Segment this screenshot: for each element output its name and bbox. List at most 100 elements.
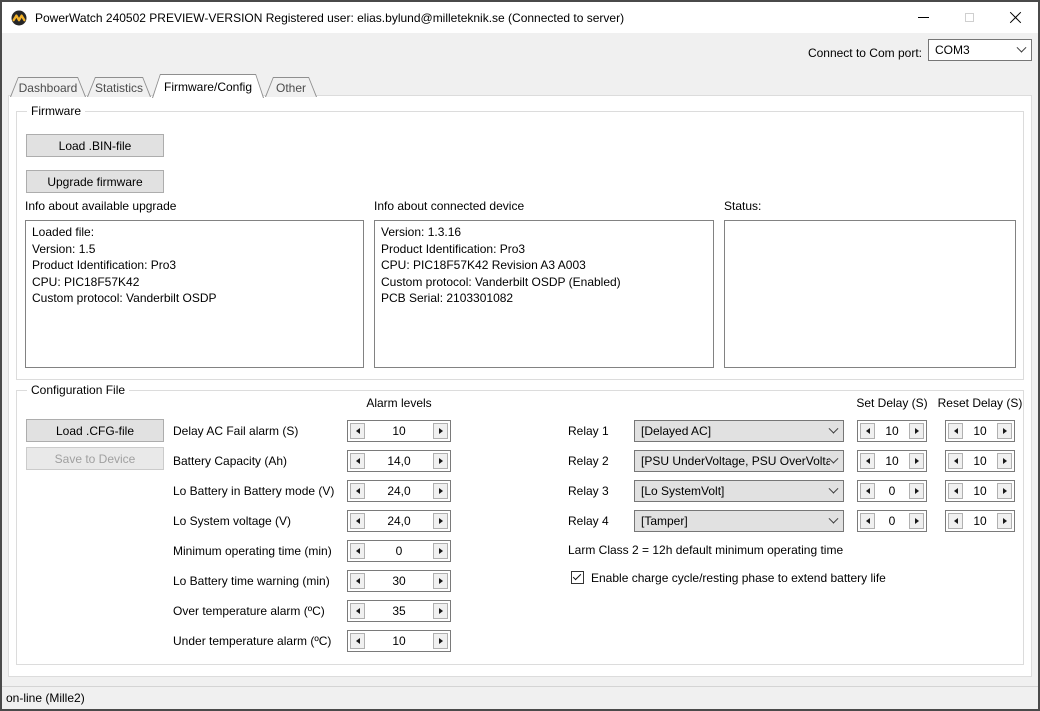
reset-delay-spinner[interactable]: 10 [945, 450, 1015, 472]
alarm-spinner[interactable]: 35 [347, 600, 451, 622]
left-arrow-icon [356, 488, 360, 494]
spinner-value[interactable]: 0 [365, 544, 433, 558]
spin-right-button[interactable] [433, 483, 448, 499]
spinner-value[interactable]: 10 [875, 454, 909, 468]
firmware-group-label: Firmware [27, 104, 85, 118]
tab-dashboard[interactable]: Dashboard [10, 77, 86, 97]
reset-delay-spinner[interactable]: 10 [945, 420, 1015, 442]
spin-left-button[interactable] [948, 483, 963, 499]
spinner-value[interactable]: 10 [365, 634, 433, 648]
relay4-function-select[interactable]: [Tamper] [634, 510, 844, 532]
alarm-spinner[interactable]: 10 [347, 630, 451, 652]
spin-right-button[interactable] [433, 453, 448, 469]
connected-device-info-box[interactable]: Version: 1.3.16 Product Identification: … [374, 220, 714, 368]
spin-left-button[interactable] [948, 423, 963, 439]
set-delay-spinner[interactable]: 0 [857, 510, 927, 532]
window-controls [900, 2, 1038, 33]
set-delay-spinner[interactable]: 10 [857, 420, 927, 442]
spin-right-button[interactable] [433, 543, 448, 559]
spin-left-button[interactable] [350, 543, 365, 559]
left-arrow-icon [866, 518, 870, 524]
spin-right-button[interactable] [433, 633, 448, 649]
spin-left-button[interactable] [860, 513, 875, 529]
spin-left-button[interactable] [350, 453, 365, 469]
spinner-value[interactable]: 0 [875, 514, 909, 528]
maximize-button[interactable] [946, 2, 992, 33]
firmware-group: Firmware Load .BIN-file Upgrade firmware… [16, 111, 1024, 380]
spin-left-button[interactable] [860, 423, 875, 439]
spin-right-button[interactable] [997, 423, 1012, 439]
spinner-value[interactable]: 10 [963, 424, 997, 438]
alarm-spinner[interactable]: 10 [347, 420, 451, 442]
relay1-function-select[interactable]: [Delayed AC] [634, 420, 844, 442]
close-button[interactable] [992, 2, 1038, 33]
alarm-spinner[interactable]: 24,0 [347, 480, 451, 502]
com-port-select[interactable]: COM3 [928, 39, 1032, 61]
status-box[interactable] [724, 220, 1016, 368]
left-arrow-icon [356, 578, 360, 584]
tab-other[interactable]: Other [265, 77, 317, 97]
right-arrow-icon [915, 518, 919, 524]
spin-right-button[interactable] [997, 483, 1012, 499]
spin-right-button[interactable] [433, 513, 448, 529]
spinner-value[interactable]: 24,0 [365, 484, 433, 498]
spinner-value[interactable]: 30 [365, 574, 433, 588]
spinner-value[interactable]: 10 [875, 424, 909, 438]
load-cfg-file-button[interactable]: Load .CFG-file [26, 419, 164, 442]
reset-delay-spinner[interactable]: 10 [945, 510, 1015, 532]
set-delay-spinner[interactable]: 0 [857, 480, 927, 502]
charge-cycle-checkbox-label: Enable charge cycle/resting phase to ext… [591, 571, 886, 585]
spin-right-button[interactable] [909, 423, 924, 439]
spin-left-button[interactable] [350, 483, 365, 499]
set-delay-spinner[interactable]: 10 [857, 450, 927, 472]
alarm-spinner[interactable]: 30 [347, 570, 451, 592]
spinner-value[interactable]: 14,0 [365, 454, 433, 468]
right-arrow-icon [1003, 428, 1007, 434]
spin-right-button[interactable] [909, 513, 924, 529]
spin-right-button[interactable] [909, 483, 924, 499]
configuration-file-group: Configuration File Load .CFG-file Save t… [16, 390, 1024, 665]
alarm-spinner[interactable]: 24,0 [347, 510, 451, 532]
spin-right-button[interactable] [433, 573, 448, 589]
relay3-function-select[interactable]: [Lo SystemVolt] [634, 480, 844, 502]
spinner-value[interactable]: 35 [365, 604, 433, 618]
reset-delay-spinner[interactable]: 10 [945, 480, 1015, 502]
left-arrow-icon [356, 458, 360, 464]
spin-left-button[interactable] [350, 513, 365, 529]
spin-left-button[interactable] [860, 453, 875, 469]
spin-right-button[interactable] [997, 453, 1012, 469]
spinner-value[interactable]: 0 [875, 484, 909, 498]
connected-device-label: Info about connected device [374, 199, 524, 213]
upgrade-firmware-button[interactable]: Upgrade firmware [26, 170, 164, 193]
spin-right-button[interactable] [433, 423, 448, 439]
spin-left-button[interactable] [860, 483, 875, 499]
spinner-value[interactable]: 10 [365, 424, 433, 438]
save-to-device-button[interactable]: Save to Device [26, 447, 164, 470]
spin-left-button[interactable] [948, 513, 963, 529]
relay-label: Relay 2 [568, 454, 609, 468]
spin-left-button[interactable] [350, 633, 365, 649]
relay2-function-select[interactable]: [PSU UnderVoltage, PSU OverVolta [634, 450, 844, 472]
spinner-value[interactable]: 10 [963, 454, 997, 468]
left-arrow-icon [356, 518, 360, 524]
spin-right-button[interactable] [997, 513, 1012, 529]
spinner-value[interactable]: 10 [963, 514, 997, 528]
charge-cycle-checkbox[interactable] [571, 571, 584, 584]
spinner-value[interactable]: 24,0 [365, 514, 433, 528]
spin-left-button[interactable] [948, 453, 963, 469]
spin-left-button[interactable] [350, 423, 365, 439]
minimize-button[interactable] [900, 2, 946, 33]
spin-right-button[interactable] [433, 603, 448, 619]
spin-right-button[interactable] [909, 453, 924, 469]
tab-firmware-config[interactable]: Firmware/Config [152, 74, 264, 98]
spin-left-button[interactable] [350, 573, 365, 589]
spinner-value[interactable]: 10 [963, 484, 997, 498]
tab-statistics[interactable]: Statistics [87, 77, 151, 97]
load-bin-file-button[interactable]: Load .BIN-file [26, 134, 164, 157]
left-arrow-icon [356, 428, 360, 434]
alarm-spinner[interactable]: 0 [347, 540, 451, 562]
alarm-spinner[interactable]: 14,0 [347, 450, 451, 472]
available-upgrade-info-box[interactable]: Loaded file: Version: 1.5 Product Identi… [25, 220, 364, 368]
chevron-down-icon [829, 423, 839, 433]
spin-left-button[interactable] [350, 603, 365, 619]
